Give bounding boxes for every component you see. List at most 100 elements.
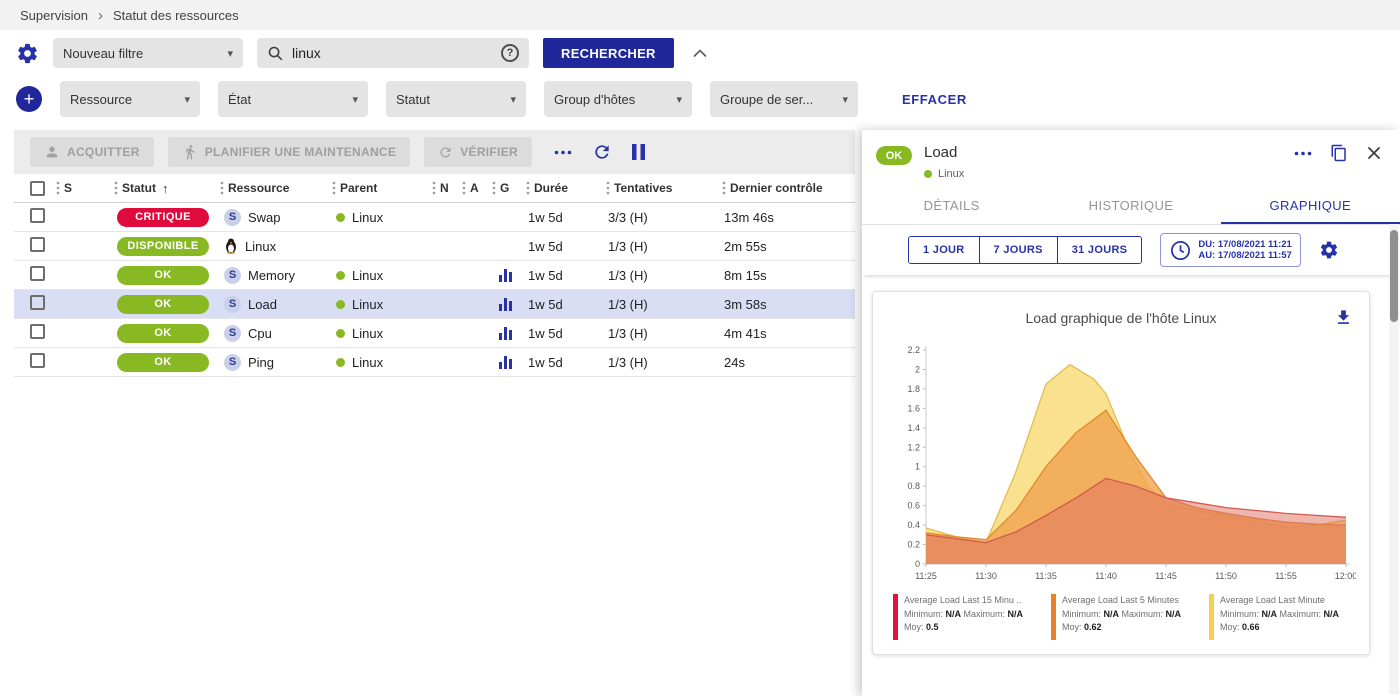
add-criteria-button[interactable]: + <box>16 86 42 112</box>
tab-history[interactable]: HISTORIQUE <box>1041 188 1220 224</box>
refresh-icon <box>438 145 453 160</box>
maintenance-button[interactable]: PLANIFIER UNE MAINTENANCE <box>168 137 411 167</box>
range-7days-button[interactable]: 7 JOURS <box>979 237 1057 263</box>
column-header-tries[interactable]: Tentatives <box>602 181 718 195</box>
table-row[interactable]: OK SMemory Linux 1w 5d 1/3 (H) 8m 15s <box>14 261 855 290</box>
check-button[interactable]: VÉRIFIER <box>424 137 532 167</box>
column-header-status[interactable]: Statut↑ <box>110 181 216 196</box>
graph-icon[interactable] <box>499 356 512 369</box>
row-checkbox[interactable] <box>30 295 45 310</box>
row-checkbox[interactable] <box>30 353 45 368</box>
search-button[interactable]: RECHERCHER <box>543 38 674 68</box>
tab-details[interactable]: DÉTAILS <box>862 188 1041 224</box>
legend-minmax: Minimum: N/A Maximum: N/A <box>1062 608 1181 622</box>
row-checkbox[interactable] <box>30 266 45 281</box>
maintenance-label: PLANIFIER UNE MAINTENANCE <box>205 145 397 159</box>
pause-autorefresh-icon[interactable] <box>632 144 645 160</box>
criteria-status-select[interactable]: Statut▾ <box>386 81 526 117</box>
clear-filters-button[interactable]: EFFACER <box>902 92 967 107</box>
custom-period-picker[interactable]: DU: 17/08/2021 11:21 AU: 17/08/2021 11:5… <box>1160 233 1300 267</box>
breadcrumb-item-resource-status[interactable]: Statut des ressources <box>113 8 239 23</box>
tab-graph[interactable]: GRAPHIQUE <box>1221 188 1400 224</box>
help-icon[interactable]: ? <box>501 44 519 62</box>
column-header-a[interactable]: A <box>458 181 488 195</box>
legend-item[interactable]: Average Load Last MinuteMinimum: N/A Max… <box>1209 594 1361 640</box>
criteria-resource-select[interactable]: Ressource▾ <box>60 81 200 117</box>
graph-icon[interactable] <box>499 298 512 311</box>
collapse-filters-chevron-icon[interactable] <box>692 49 708 58</box>
resource-name[interactable]: Load <box>248 297 277 312</box>
resource-name[interactable]: Linux <box>245 239 276 254</box>
criteria-hostgroup-select[interactable]: Group d'hôtes▾ <box>544 81 692 117</box>
parent-name[interactable]: Linux <box>352 355 383 370</box>
search-field[interactable]: ? <box>257 38 529 68</box>
host-status-dot <box>924 170 932 178</box>
svg-text:1.6: 1.6 <box>907 403 920 413</box>
search-input[interactable] <box>292 45 493 61</box>
column-header-n[interactable]: N <box>428 181 458 195</box>
breadcrumb-item-supervision[interactable]: Supervision <box>20 8 88 23</box>
column-label: Durée <box>534 181 568 195</box>
close-icon[interactable] <box>1366 145 1382 161</box>
actions-toolbar: ACQUITTER PLANIFIER UNE MAINTENANCE VÉRI… <box>14 130 855 174</box>
graph-icon[interactable] <box>499 269 512 282</box>
column-header-severity[interactable]: S <box>52 181 110 195</box>
drawer-title: Load <box>924 144 964 161</box>
column-label: N <box>440 181 449 195</box>
table-row-selected[interactable]: OK SLoad Linux 1w 5d 1/3 (H) 3m 58s <box>14 290 855 319</box>
legend-item[interactable]: Average Load Last 15 Minu ..Minimum: N/A… <box>893 594 1045 640</box>
column-label: Ressource <box>228 181 289 195</box>
criteria-label: Group d'hôtes <box>554 92 635 107</box>
filter-settings-gear-icon[interactable] <box>16 42 39 65</box>
parent-name[interactable]: Linux <box>352 268 383 283</box>
graph-settings-gear-icon[interactable] <box>1319 240 1339 260</box>
table-row[interactable]: OK SCpu Linux 1w 5d 1/3 (H) 4m 41s <box>14 319 855 348</box>
criteria-servicegroup-select[interactable]: Groupe de ser...▾ <box>710 81 858 117</box>
tries-value: 1/3 (H) <box>602 297 718 312</box>
column-header-lastcheck[interactable]: Dernier contrôle <box>718 181 855 195</box>
resource-name[interactable]: Swap <box>248 210 281 225</box>
range-31days-button[interactable]: 31 JOURS <box>1057 237 1142 263</box>
table-row[interactable]: OK SPing Linux 1w 5d 1/3 (H) 24s <box>14 348 855 377</box>
duration-value: 1w 5d <box>522 239 602 254</box>
copy-link-icon[interactable] <box>1330 144 1348 162</box>
row-checkbox[interactable] <box>30 208 45 223</box>
load-graph-card: Load graphique de l'hôte Linux 00.20.40.… <box>872 291 1370 655</box>
parent-name[interactable]: Linux <box>352 297 383 312</box>
drawer-more-actions-icon[interactable] <box>1294 151 1312 156</box>
scrollbar-thumb[interactable] <box>1390 230 1398 322</box>
legend-item[interactable]: Average Load Last 5 MinutesMinimum: N/A … <box>1051 594 1203 640</box>
parent-name[interactable]: Linux <box>352 210 383 225</box>
column-header-resource[interactable]: Ressource <box>216 181 328 195</box>
table-header-row: S Statut↑ Ressource Parent N A G Durée T… <box>14 174 855 203</box>
table-row[interactable]: DISPONIBLE Linux 1w 5d 1/3 (H) 2m 55s <box>14 232 855 261</box>
more-actions-icon[interactable] <box>554 150 572 155</box>
table-row[interactable]: CRITIQUE SSwap Linux 1w 5d 3/3 (H) 13m 4… <box>14 203 855 232</box>
tries-value: 1/3 (H) <box>602 268 718 283</box>
resource-name[interactable]: Memory <box>248 268 295 283</box>
select-all-checkbox[interactable] <box>30 181 45 196</box>
acknowledge-button[interactable]: ACQUITTER <box>30 137 154 167</box>
download-icon[interactable] <box>1334 308 1353 327</box>
parent-name[interactable]: Linux <box>352 326 383 341</box>
criteria-state-select[interactable]: État▾ <box>218 81 368 117</box>
saved-filter-select[interactable]: Nouveau filtre ▾ <box>53 38 243 68</box>
refresh-list-icon[interactable] <box>592 142 612 162</box>
column-header-g[interactable]: G <box>488 181 522 195</box>
column-header-parent[interactable]: Parent <box>328 181 428 195</box>
row-checkbox[interactable] <box>30 324 45 339</box>
tries-value: 1/3 (H) <box>602 355 718 370</box>
legend-average: Moy: 0.5 <box>904 621 1023 635</box>
drawer-header: OK Load Linux <box>862 130 1400 188</box>
resource-name[interactable]: Cpu <box>248 326 272 341</box>
drawer-scrollbar[interactable] <box>1389 224 1399 694</box>
column-header-duration[interactable]: Durée <box>522 181 602 195</box>
drawer-host-name[interactable]: Linux <box>938 168 964 180</box>
graph-icon[interactable] <box>499 327 512 340</box>
range-1day-button[interactable]: 1 JOUR <box>909 237 979 263</box>
row-checkbox[interactable] <box>30 237 45 252</box>
duration-value: 1w 5d <box>522 210 602 225</box>
chart-legend: Average Load Last 15 Minu ..Minimum: N/A… <box>879 590 1363 650</box>
resource-name[interactable]: Ping <box>248 355 274 370</box>
last-check-value: 3m 58s <box>718 297 855 312</box>
